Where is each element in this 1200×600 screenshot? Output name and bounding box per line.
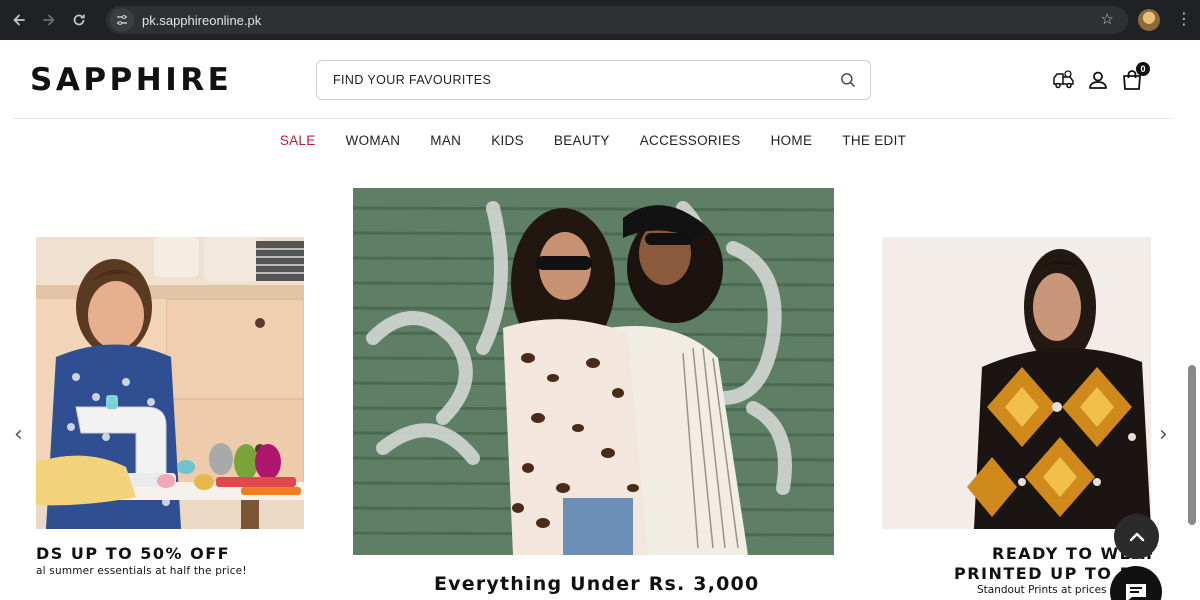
chevron-up-icon bbox=[1129, 532, 1144, 541]
page-scrollbar[interactable] bbox=[1188, 365, 1196, 525]
carousel-next-arrow-icon[interactable]: › bbox=[1159, 422, 1168, 447]
website: SAPPHIRE 0 SALE WOMAN MAN KIDS BEAUTY AC… bbox=[0, 40, 1200, 600]
scroll-to-top-button[interactable] bbox=[1114, 514, 1159, 559]
address-bar[interactable]: pk.sapphireonline.pk ☆ bbox=[106, 6, 1128, 34]
printed-sale-title: PRINTED UP TO 5 bbox=[954, 564, 1133, 583]
bookmark-star-icon[interactable]: ☆ bbox=[1101, 10, 1114, 28]
reload-icon[interactable] bbox=[64, 5, 94, 35]
url-text: pk.sapphireonline.pk bbox=[142, 12, 262, 28]
back-arrow-icon[interactable] bbox=[4, 5, 34, 35]
browser-toolbar: pk.sapphireonline.pk ☆ ⋮ bbox=[0, 0, 1200, 40]
forward-arrow-icon[interactable] bbox=[34, 5, 64, 35]
printed-sale-subtitle: Standout Prints at prices bbox=[977, 584, 1107, 596]
right-caption-clip: READY TO WEAR PRINTED UP TO 5 Standout P… bbox=[0, 40, 1152, 600]
browser-menu-icon[interactable]: ⋮ bbox=[1176, 11, 1192, 29]
profile-avatar[interactable] bbox=[1138, 9, 1160, 31]
chat-bubble-icon bbox=[1126, 584, 1146, 600]
site-info-icon[interactable] bbox=[110, 8, 134, 32]
